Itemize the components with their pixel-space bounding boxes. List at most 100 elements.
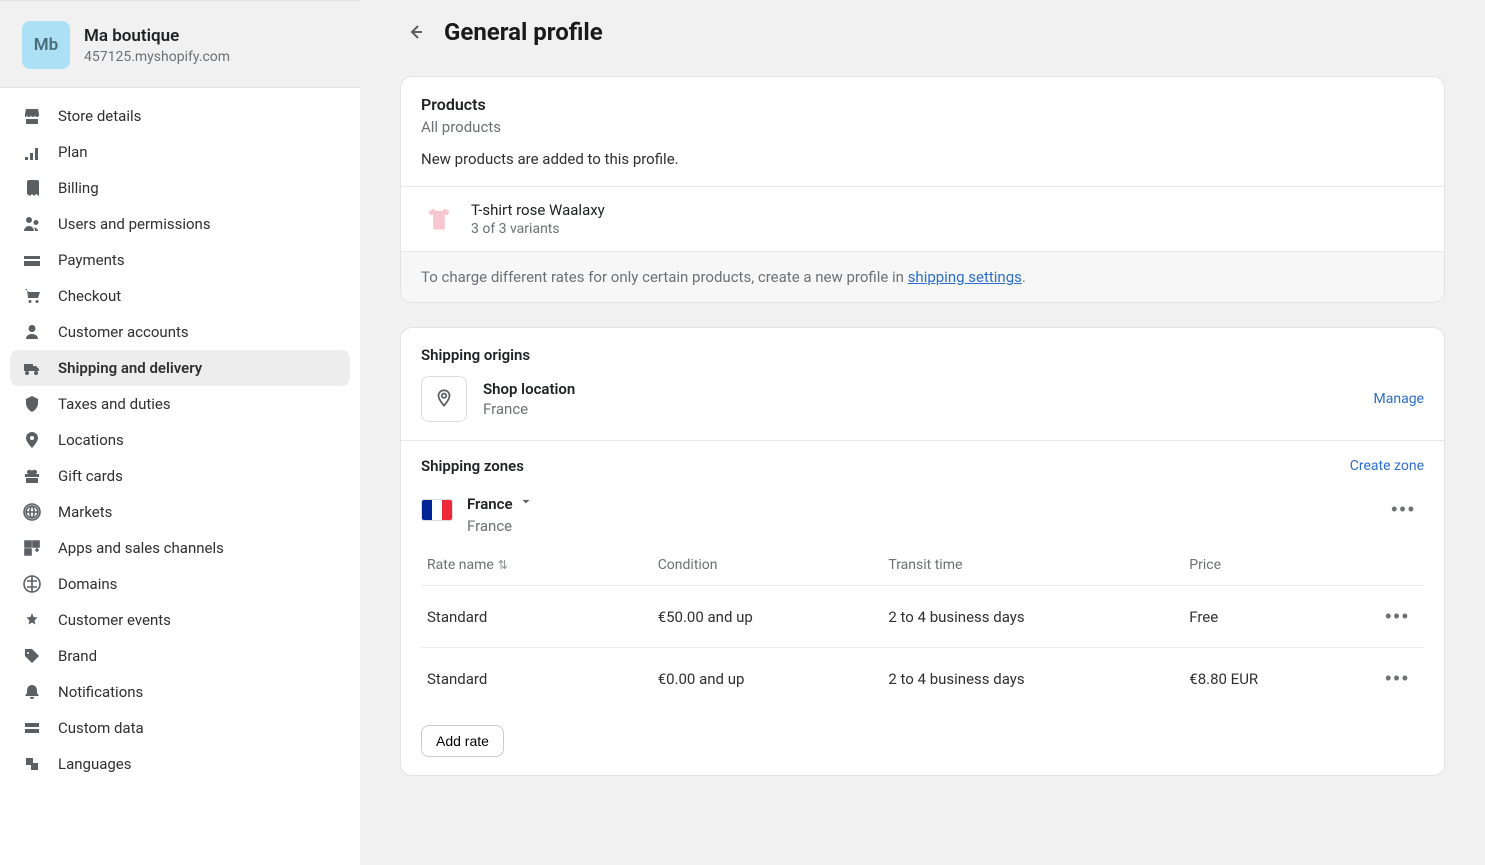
chevron-down-icon	[519, 495, 533, 513]
rate-price: Free	[1183, 586, 1354, 648]
zones-header: Shipping zones Create zone	[401, 440, 1444, 489]
users-icon	[22, 214, 42, 234]
tshirt-icon	[425, 205, 453, 233]
nav-notifications[interactable]: Notifications	[10, 674, 350, 710]
nav-label: Markets	[58, 503, 112, 521]
checkout-icon	[22, 286, 42, 306]
col-condition[interactable]: Condition	[652, 545, 883, 586]
plan-icon	[22, 142, 42, 162]
nav-store-details[interactable]: Store details	[10, 98, 350, 134]
rate-row: Standard €50.00 and up 2 to 4 business d…	[421, 586, 1424, 648]
zone-name: France	[467, 495, 513, 513]
france-flag-icon	[421, 499, 453, 521]
product-variants: 3 of 3 variants	[471, 221, 605, 237]
language-icon	[22, 754, 42, 774]
nav-label: Payments	[58, 251, 125, 269]
events-icon	[22, 610, 42, 630]
globe-icon	[22, 502, 42, 522]
nav-customer-events[interactable]: Customer events	[10, 602, 350, 638]
footer-suffix: .	[1022, 268, 1026, 286]
col-price[interactable]: Price	[1183, 545, 1354, 586]
rate-condition: €0.00 and up	[652, 648, 883, 710]
col-transit[interactable]: Transit time	[882, 545, 1183, 586]
create-zone-link[interactable]: Create zone	[1350, 458, 1424, 474]
nav-checkout[interactable]: Checkout	[10, 278, 350, 314]
nav-label: Plan	[58, 143, 88, 161]
nav-label: Taxes and duties	[58, 395, 171, 413]
brand-icon	[22, 646, 42, 666]
footer-text: To charge different rates for only certa…	[421, 268, 908, 286]
nav-domains[interactable]: Domains	[10, 566, 350, 602]
shipping-settings-link[interactable]: shipping settings	[908, 268, 1022, 286]
nav-apps[interactable]: Apps and sales channels	[10, 530, 350, 566]
rate-row: Standard €0.00 and up 2 to 4 business da…	[421, 648, 1424, 710]
arrow-left-icon	[406, 22, 426, 42]
products-title: Products	[421, 95, 1424, 114]
zone-name-toggle[interactable]: France	[467, 495, 533, 513]
shipping-card: Shipping origins Shop location France Ma…	[400, 327, 1445, 776]
products-subtitle: All products	[421, 118, 1424, 136]
product-thumb	[421, 201, 457, 237]
zone-more-button[interactable]: •••	[1383, 495, 1424, 524]
rate-name: Standard	[421, 586, 652, 648]
nav-languages[interactable]: Languages	[10, 746, 350, 782]
nav-label: Brand	[58, 647, 97, 665]
product-row[interactable]: T-shirt rose Waalaxy 3 of 3 variants	[401, 186, 1444, 251]
nav-taxes[interactable]: Taxes and duties	[10, 386, 350, 422]
origin-name: Shop location	[483, 380, 575, 398]
zone-sub: France	[467, 517, 533, 535]
origin-row: Shop location France Manage	[401, 376, 1444, 440]
origins-heading: Shipping origins	[401, 328, 1444, 376]
apps-icon	[22, 538, 42, 558]
rates-table: Rate name⇅ Condition Transit time Price …	[401, 545, 1444, 715]
location-icon	[22, 430, 42, 450]
nav-locations[interactable]: Locations	[10, 422, 350, 458]
gift-icon	[22, 466, 42, 486]
bell-icon	[22, 682, 42, 702]
nav-billing[interactable]: Billing	[10, 170, 350, 206]
nav-label: Domains	[58, 575, 117, 593]
sort-icon: ⇅	[498, 558, 508, 572]
products-description: New products are added to this profile.	[421, 150, 1424, 168]
nav-label: Store details	[58, 107, 141, 125]
rate-price: €8.80 EUR	[1183, 648, 1354, 710]
page-header: General profile	[400, 18, 1445, 46]
add-rate-button[interactable]: Add rate	[421, 725, 504, 757]
nav-label: Customer accounts	[58, 323, 189, 341]
settings-sidebar: Mb Ma boutique 457125.myshopify.com Stor…	[0, 0, 360, 865]
nav-label: Languages	[58, 755, 132, 773]
back-button[interactable]	[402, 18, 430, 46]
nav-customer-accounts[interactable]: Customer accounts	[10, 314, 350, 350]
nav-label: Custom data	[58, 719, 144, 737]
location-badge	[421, 376, 467, 422]
nav-shipping[interactable]: Shipping and delivery	[10, 350, 350, 386]
shop-header[interactable]: Mb Ma boutique 457125.myshopify.com	[0, 1, 360, 88]
zone-row: France France •••	[401, 489, 1444, 545]
person-icon	[22, 322, 42, 342]
rate-transit: 2 to 4 business days	[882, 648, 1183, 710]
nav-payments[interactable]: Payments	[10, 242, 350, 278]
col-rate[interactable]: Rate name⇅	[421, 545, 652, 586]
rate-more-button[interactable]: •••	[1377, 602, 1418, 631]
nav-label: Billing	[58, 179, 99, 197]
nav-label: Shipping and delivery	[58, 359, 202, 377]
manage-link[interactable]: Manage	[1374, 391, 1424, 407]
nav-label: Apps and sales channels	[58, 539, 224, 557]
shop-badge: Mb	[22, 21, 70, 69]
rate-name: Standard	[421, 648, 652, 710]
nav-custom-data[interactable]: Custom data	[10, 710, 350, 746]
products-footer: To charge different rates for only certa…	[401, 251, 1444, 302]
payments-icon	[22, 250, 42, 270]
rate-more-button[interactable]: •••	[1377, 664, 1418, 693]
nav-users[interactable]: Users and permissions	[10, 206, 350, 242]
domains-icon	[22, 574, 42, 594]
shop-name: Ma boutique	[84, 26, 230, 46]
main-content: General profile Products All products Ne…	[360, 0, 1485, 865]
page-title: General profile	[444, 18, 603, 46]
nav-gift-cards[interactable]: Gift cards	[10, 458, 350, 494]
nav-plan[interactable]: Plan	[10, 134, 350, 170]
nav-label: Users and permissions	[58, 215, 211, 233]
shop-domain: 457125.myshopify.com	[84, 49, 230, 65]
nav-brand[interactable]: Brand	[10, 638, 350, 674]
nav-markets[interactable]: Markets	[10, 494, 350, 530]
